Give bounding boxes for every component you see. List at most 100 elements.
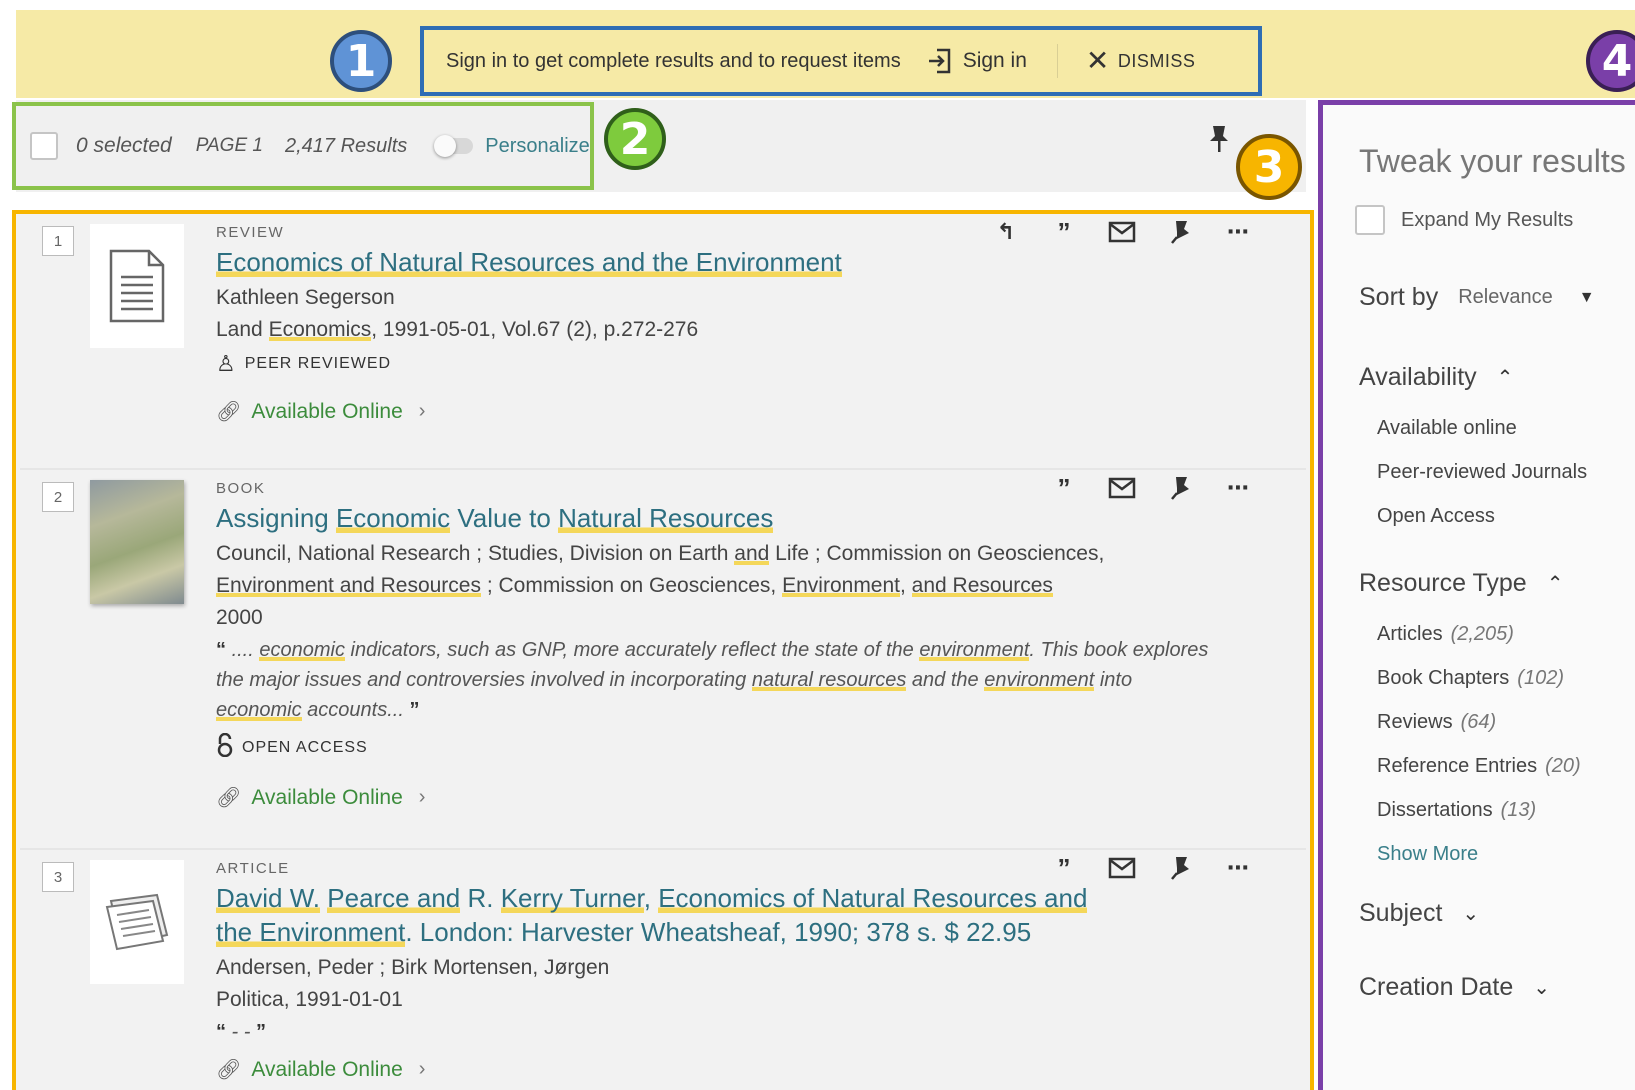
availability-label: Available Online <box>251 399 403 423</box>
more-options-icon[interactable]: ⋯ <box>1218 472 1258 504</box>
author-highlight: and Resources <box>911 574 1053 597</box>
result-title-text: Economics of Natural Resources and the E… <box>216 247 842 277</box>
close-icon: ✕ <box>1085 45 1110 76</box>
result-item: 1 REVIEW Economics of Natural Resources … <box>20 214 1306 466</box>
facet-item-label: Reviews <box>1377 711 1453 733</box>
email-icon[interactable] <box>1102 472 1142 504</box>
source-text: , 1991-05-01, Vol.67 (2), p.272-276 <box>371 318 699 341</box>
badge-label: OPEN ACCESS <box>242 739 368 756</box>
title-text: Assigning <box>216 503 336 533</box>
facet-availability-header[interactable]: Availability ⌃ <box>1359 363 1513 392</box>
author-text: Life ; Commission on Geosciences, <box>769 542 1105 565</box>
personalize-link[interactable]: Personalize <box>485 135 590 158</box>
chevron-up-icon: ⌃ <box>1546 573 1564 595</box>
facet-item[interactable]: Peer-reviewed Journals <box>1377 461 1587 484</box>
sort-by-select[interactable]: Relevance <box>1458 286 1553 309</box>
expand-results-option[interactable]: Expand My Results <box>1355 205 1573 235</box>
email-icon[interactable] <box>1102 852 1142 884</box>
title-text: R. <box>460 883 501 913</box>
facet-resource-type-header[interactable]: Resource Type ⌃ <box>1359 569 1563 598</box>
facet-item-count: (102) <box>1517 667 1564 689</box>
facet-item[interactable]: Book Chapters (102) <box>1377 667 1564 690</box>
banner-divider <box>1056 44 1058 78</box>
snippet-highlight: environment <box>984 669 1095 691</box>
facet-item[interactable]: Open Access <box>1377 505 1495 528</box>
selected-count: 0 selected <box>76 134 172 157</box>
chevron-down-icon: ⌄ <box>1533 977 1551 999</box>
facets-sidebar: Tweak your results Expand My Results Sor… <box>1318 100 1635 1090</box>
facet-item[interactable]: Available online <box>1377 417 1517 440</box>
citation-trail-icon[interactable]: ↰ <box>986 216 1026 248</box>
author-text: Council, National Research ; Studies, Di… <box>216 542 735 565</box>
facet-group-label: Resource Type <box>1359 569 1527 597</box>
facet-item[interactable]: Dissertations (13) <box>1377 799 1536 822</box>
result-thumbnail[interactable] <box>90 224 184 348</box>
snippet-text: - - <box>226 1021 256 1043</box>
result-title[interactable]: Economics of Natural Resources and the E… <box>216 245 1216 279</box>
show-more-link[interactable]: Show More <box>1377 843 1478 866</box>
pin-icon[interactable] <box>1208 124 1230 159</box>
pin-icon[interactable] <box>1160 472 1200 504</box>
pin-icon[interactable] <box>1160 852 1200 884</box>
caret-down-icon[interactable]: ▼ <box>1579 289 1595 307</box>
more-options-icon[interactable]: ⋯ <box>1218 852 1258 884</box>
signin-message: Sign in to get complete results and to r… <box>446 49 901 72</box>
result-thumbnail[interactable] <box>90 860 184 984</box>
result-title[interactable]: Assigning Economic Value to Natural Reso… <box>216 501 1216 535</box>
available-online-link[interactable]: 🔗︎ Available Online › <box>216 1057 1216 1082</box>
article-icon <box>105 893 169 951</box>
pin-icon[interactable] <box>1160 216 1200 248</box>
result-actions: ↰ ” ⋯ <box>968 216 1258 248</box>
citation-icon[interactable]: ” <box>1044 472 1084 504</box>
facet-item-label: Book Chapters <box>1377 667 1510 689</box>
author-highlight: Environment <box>782 574 900 597</box>
snippet-text: and the <box>906 669 985 691</box>
callout-marker-3: 3 <box>1236 134 1302 200</box>
book-cover-thumbnail[interactable] <box>90 480 184 604</box>
dismiss-button[interactable]: ✕ DISMISS <box>1086 47 1195 75</box>
peer-reviewed-badge: ♙ PEER REVIEWED <box>216 351 1216 377</box>
link-icon: 🔗︎ <box>216 1059 242 1081</box>
available-online-link[interactable]: 🔗︎ Available Online › <box>216 399 1216 424</box>
result-author: Andersen, Peder ; Birk Mortensen, Jørgen <box>216 956 610 979</box>
chevron-right-icon: › <box>418 786 426 808</box>
title-highlight: Economics of Natural Resources and <box>658 883 1088 913</box>
personalize-toggle[interactable] <box>434 135 474 157</box>
title-highlight: Pearce and <box>327 883 461 913</box>
author-text: ; Commission on Geosciences, <box>480 574 783 597</box>
toolbar-callout-box: 0 selected PAGE 1 2,417 Results Personal… <box>12 102 594 190</box>
signin-icon <box>928 48 950 74</box>
signin-label: Sign in <box>962 49 1027 72</box>
title-highlight: Natural Resources <box>558 503 774 533</box>
author-highlight: and <box>734 542 770 565</box>
email-icon[interactable] <box>1102 216 1142 248</box>
title-highlight: the Environment <box>216 917 406 947</box>
page-number: PAGE 1 <box>195 135 263 156</box>
select-all-checkbox[interactable] <box>30 132 58 160</box>
facet-item[interactable]: Reviews (64) <box>1377 711 1496 734</box>
result-author: Kathleen Segerson <box>216 286 395 309</box>
more-options-icon[interactable]: ⋯ <box>1218 216 1258 248</box>
facet-subject-header[interactable]: Subject ⌄ <box>1359 899 1479 928</box>
facet-creation-date-header[interactable]: Creation Date ⌄ <box>1359 973 1550 1002</box>
chevron-right-icon: › <box>418 400 426 422</box>
callout-marker-2: 2 <box>604 108 666 170</box>
result-title[interactable]: David W. Pearce and R. Kerry Turner, Eco… <box>216 881 1216 949</box>
facet-item[interactable]: Reference Entries (20) <box>1377 755 1581 778</box>
snippet-highlight: economic <box>259 639 345 661</box>
expand-results-checkbox[interactable] <box>1355 205 1385 235</box>
citation-icon[interactable]: ” <box>1044 852 1084 884</box>
facet-group-label: Availability <box>1359 363 1477 391</box>
result-snippet: “ - - ” <box>216 1021 266 1043</box>
signin-button[interactable]: Sign in <box>927 47 1027 75</box>
facet-item-count: (2,205) <box>1450 623 1514 645</box>
source-text: Land <box>216 318 269 341</box>
title-text: . London: Harvester Wheatsheaf, 1990; 37… <box>405 917 1032 947</box>
available-online-link[interactable]: 🔗︎ Available Online › <box>216 785 1216 810</box>
facet-item-label: Reference Entries <box>1377 755 1538 777</box>
signin-callout-box: Sign in to get complete results and to r… <box>420 26 1262 96</box>
results-list: 1 REVIEW Economics of Natural Resources … <box>12 210 1314 1090</box>
facet-item[interactable]: Articles (2,205) <box>1377 623 1514 646</box>
citation-icon[interactable]: ” <box>1044 216 1084 248</box>
chevron-down-icon: ⌄ <box>1462 903 1480 925</box>
